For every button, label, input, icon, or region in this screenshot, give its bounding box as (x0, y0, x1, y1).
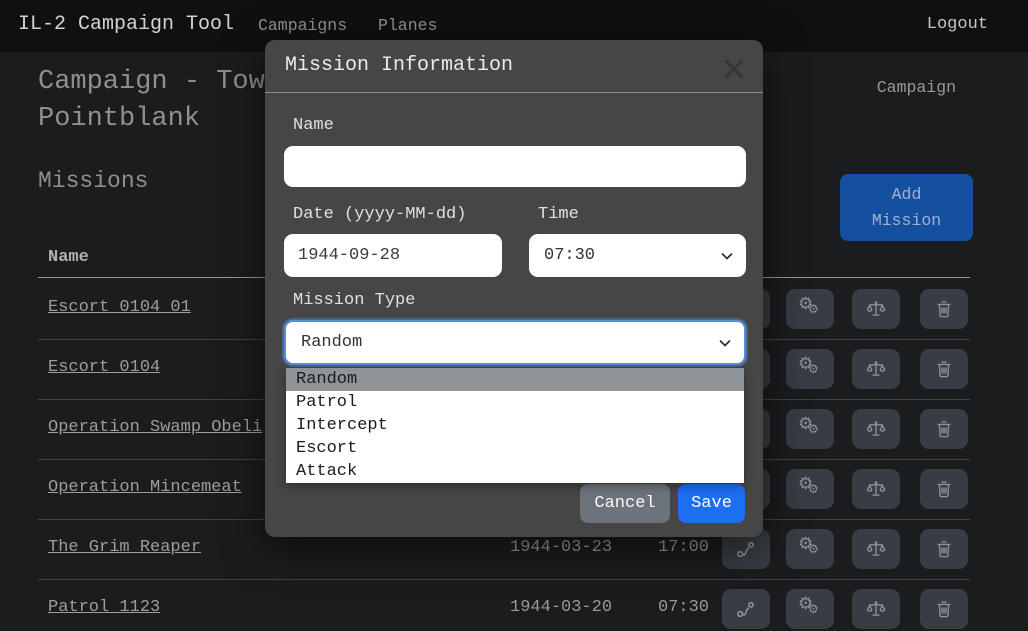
gears-icon: ⚙⚙ (798, 598, 822, 620)
page-title: Campaign - Tow Pointblank (38, 64, 265, 138)
generate-button[interactable]: ⚙⚙ (786, 289, 834, 329)
gears-icon: ⚙⚙ (798, 478, 822, 500)
mission-link[interactable]: Operation Mincemeat (48, 478, 242, 497)
balance-button[interactable] (852, 409, 900, 449)
nav-link-planes[interactable]: Planes (378, 16, 437, 35)
dropdown-option-intercept[interactable]: Intercept (286, 414, 744, 437)
date-input[interactable] (284, 234, 502, 277)
mission-link[interactable]: Escort_0104 (48, 358, 160, 377)
delete-button[interactable] (920, 349, 968, 389)
mission-date: 1944-03-23 (510, 538, 612, 557)
gears-icon: ⚙⚙ (798, 418, 822, 440)
time-label: Time (538, 205, 579, 224)
dropdown-option-patrol[interactable]: Patrol (286, 391, 744, 414)
balance-button[interactable] (852, 589, 900, 629)
generate-button[interactable]: ⚙⚙ (786, 469, 834, 509)
gears-icon: ⚙⚙ (798, 358, 822, 380)
cancel-button[interactable]: Cancel (580, 484, 670, 523)
dropdown-option-random[interactable]: Random (286, 368, 744, 391)
generate-button[interactable]: ⚙⚙ (786, 529, 834, 569)
balance-button[interactable] (852, 289, 900, 329)
mission-link[interactable]: Escort_0104_01 (48, 298, 191, 317)
page-title-line2: Pointblank (38, 101, 265, 138)
dropdown-option-escort[interactable]: Escort (286, 437, 744, 460)
missions-heading: Missions (38, 168, 148, 194)
close-icon (720, 55, 748, 83)
scales-icon (866, 299, 886, 319)
modal-close-button[interactable] (715, 50, 753, 88)
dropdown-option-attack[interactable]: Attack (286, 460, 744, 483)
name-input[interactable] (284, 146, 746, 187)
chevron-down-icon (717, 335, 733, 351)
balance-button[interactable] (852, 349, 900, 389)
table-header-name: Name (48, 248, 89, 267)
delete-button[interactable] (920, 529, 968, 569)
scales-icon (866, 359, 886, 379)
chevron-down-icon (719, 248, 735, 264)
scales-icon (866, 599, 886, 619)
mission-time: 07:30 (658, 598, 709, 617)
scales-icon (866, 539, 886, 559)
save-button[interactable]: Save (678, 484, 745, 523)
modal-header-divider (265, 92, 763, 93)
nav-link-campaigns[interactable]: Campaigns (258, 16, 347, 35)
add-mission-button[interactable]: Add Mission (840, 174, 973, 241)
trash-icon (934, 479, 954, 499)
mission-type-label: Mission Type (293, 291, 415, 310)
mission-link[interactable]: Patrol 1123 (48, 598, 160, 617)
generate-button[interactable]: ⚙⚙ (786, 589, 834, 629)
delete-button[interactable] (920, 469, 968, 509)
time-select[interactable]: 07:30 (529, 234, 746, 277)
trash-icon (934, 539, 954, 559)
trash-icon (934, 599, 954, 619)
gears-icon: ⚙⚙ (798, 538, 822, 560)
scales-icon (866, 479, 886, 499)
name-label: Name (293, 116, 334, 135)
table-row: Patrol 1123 1944-03-20 07:30 ⚙⚙ (38, 579, 970, 631)
route-button[interactable] (722, 589, 770, 629)
date-label: Date (yyyy-MM-dd) (293, 205, 466, 224)
delete-button[interactable] (920, 409, 968, 449)
mission-link[interactable]: The Grim Reaper (48, 538, 201, 557)
time-select-value: 07:30 (544, 246, 595, 265)
mission-type-dropdown: Random Patrol Intercept Escort Attack (286, 368, 744, 483)
add-mission-label: Add Mission (869, 182, 945, 234)
page-title-line1: Campaign - Tow (38, 64, 265, 101)
mission-date: 1944-03-20 (510, 598, 612, 617)
logout-link[interactable]: Logout (927, 15, 988, 34)
mission-type-select-value: Random (301, 333, 362, 352)
mission-information-modal: Mission Information Name Date (yyyy-MM-d… (265, 40, 763, 537)
delete-button[interactable] (920, 289, 968, 329)
mission-time: 17:00 (658, 538, 709, 557)
app-root: IL-2 Campaign Tool Campaigns Planes Logo… (0, 0, 1028, 631)
balance-button[interactable] (852, 469, 900, 509)
mission-type-select[interactable]: Random (284, 320, 746, 365)
generate-button[interactable]: ⚙⚙ (786, 409, 834, 449)
route-icon (736, 539, 756, 559)
mission-link[interactable]: Operation Swamp Obeli (48, 418, 262, 437)
gears-icon: ⚙⚙ (798, 298, 822, 320)
trash-icon (934, 299, 954, 319)
campaign-link[interactable]: Campaign (862, 78, 956, 97)
scales-icon (866, 419, 886, 439)
navbar-brand[interactable]: IL-2 Campaign Tool (18, 13, 234, 36)
delete-button[interactable] (920, 589, 968, 629)
trash-icon (934, 359, 954, 379)
modal-title: Mission Information (285, 54, 513, 77)
balance-button[interactable] (852, 529, 900, 569)
trash-icon (934, 419, 954, 439)
route-icon (736, 599, 756, 619)
generate-button[interactable]: ⚙⚙ (786, 349, 834, 389)
